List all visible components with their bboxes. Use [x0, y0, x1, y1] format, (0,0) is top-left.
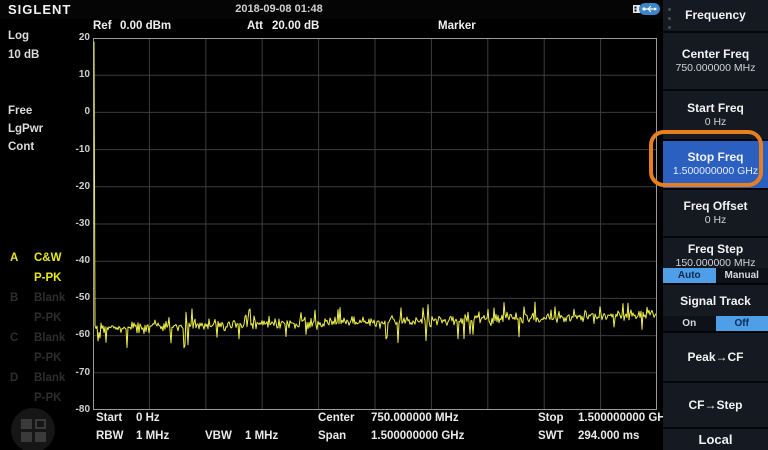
vbw-readout: VBW1 MHz: [205, 430, 278, 442]
signal-track-button[interactable]: Signal Track On Off: [663, 285, 768, 331]
ref-label: Ref: [93, 20, 112, 32]
signal-track-on-option[interactable]: On: [663, 316, 716, 331]
peak-to-cf-button[interactable]: Peak→CF: [663, 333, 768, 381]
freq-step-manual-option[interactable]: Manual: [716, 268, 768, 283]
y-tick: -70: [44, 367, 90, 378]
y-tick: -50: [44, 292, 90, 303]
y-tick: -10: [44, 144, 90, 155]
trigger-lgpwr-label: LgPwr: [8, 123, 43, 135]
freq-step-auto-option[interactable]: Auto: [663, 268, 716, 283]
start-freq-readout: Start0 Hz: [96, 412, 160, 424]
center-freq-readout: Center750.000000 MHz: [318, 412, 459, 424]
stop-freq-readout: Stop1.500000000 GHz: [538, 412, 671, 424]
top-bar: SIGLENT 2018-09-08 01:48: [0, 0, 663, 19]
ref-value: 0.00 dBm: [120, 20, 171, 32]
y-tick: 0: [44, 106, 90, 117]
y-tick: -30: [44, 218, 90, 229]
trace-a-detector: P-PK: [10, 272, 61, 292]
y-tick: -20: [44, 181, 90, 192]
spectrum-analyzer-screen: SIGLENT 2018-09-08 01:48 Ref 0.00 dBm At…: [0, 0, 768, 450]
y-tick: -40: [44, 255, 90, 266]
rbw-readout: RBW1 MHz: [96, 430, 169, 442]
frequency-menu: Frequency Center Freq 750.000000 MHz Sta…: [663, 0, 768, 450]
plot-grid: [93, 38, 657, 410]
freq-step-button[interactable]: Freq Step 150.000000 MHz Auto Manual: [663, 238, 768, 283]
datetime-display: 2018-09-08 01:48: [0, 3, 558, 15]
span-readout: Span1.500000000 GHz: [318, 430, 464, 442]
local-button[interactable]: Local: [663, 429, 768, 450]
cf-to-step-button[interactable]: CF→Step: [663, 383, 768, 427]
marker-label: Marker: [438, 20, 476, 32]
y-tick: -80: [44, 404, 90, 415]
start-freq-button[interactable]: Start Freq 0 Hz: [663, 91, 768, 139]
y-tick: 20: [44, 32, 90, 43]
att-value: 20.00 dB: [272, 20, 319, 32]
y-tick: 10: [44, 69, 90, 80]
signal-track-on-off-toggle: On Off: [663, 316, 768, 331]
trigger-cont-label: Cont: [8, 141, 34, 153]
menu-grip-dots: [668, 8, 671, 29]
menu-title: Frequency: [663, 0, 768, 31]
spectrum-plot: [93, 38, 657, 410]
stop-freq-button[interactable]: Stop Freq 1.500000000 GHz: [663, 141, 768, 188]
trace-svg: [93, 38, 657, 410]
scale-mode-label: Log: [8, 30, 29, 42]
usb-icon: [633, 2, 661, 16]
att-label: Att: [247, 20, 263, 32]
scale-per-div-label: 10 dB: [8, 49, 39, 61]
signal-track-off-option[interactable]: Off: [716, 316, 768, 331]
freq-step-auto-manual-toggle: Auto Manual: [663, 268, 768, 283]
trigger-free-label: Free: [8, 105, 32, 117]
y-tick: -60: [44, 329, 90, 340]
center-freq-button[interactable]: Center Freq 750.000000 MHz: [663, 33, 768, 89]
freq-offset-button[interactable]: Freq Offset 0 Hz: [663, 190, 768, 236]
swt-readout: SWT294.000 ms: [538, 430, 639, 442]
